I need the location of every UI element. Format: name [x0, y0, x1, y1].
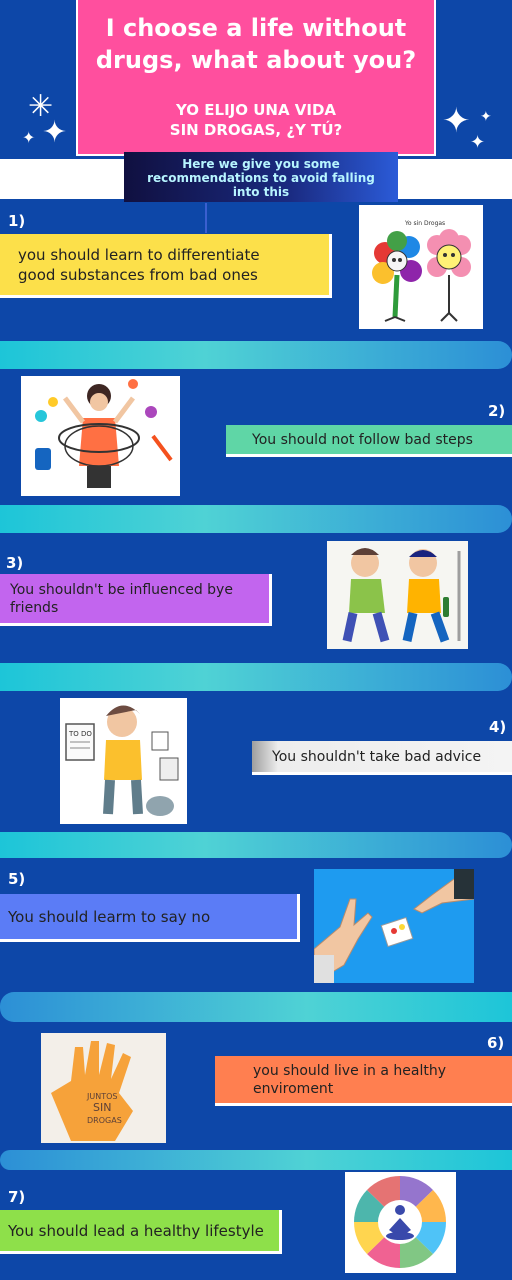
tip-4-line-1: You shouldn't take bad advice: [272, 748, 482, 765]
tip-number-7: 7): [8, 1188, 26, 1206]
tip-card-1: you should learn to differentiate good s…: [0, 234, 332, 298]
intro-banner: Here we give you some recommendations to…: [124, 152, 398, 202]
page-subtitle: YO ELIJO UNA VIDA SIN DROGAS, ¿Y TÚ?: [78, 100, 434, 140]
tip-2-line-1: You should not follow bad steps: [252, 431, 473, 448]
tip-card-2: You should not follow bad steps: [226, 425, 512, 457]
tip-7-line-1: You should lead a healthy lifestyle: [8, 1221, 264, 1240]
tip-number-2: 2): [488, 402, 506, 420]
tip-number-3: 3): [6, 554, 24, 572]
tip-card-4: You shouldn't take bad advice: [252, 741, 512, 775]
todo-label: TO DO: [68, 730, 92, 738]
tip-card-3: You shouldn't be influenced bye friends: [0, 574, 272, 626]
tip-card-5: You should learm to say no: [0, 894, 300, 942]
tip-number-5: 5): [8, 870, 26, 888]
hand-sign-illustration: JUNTOS SIN DROGAS: [41, 1033, 166, 1143]
tip-card-6: you should live in a healthy enviroment: [215, 1056, 512, 1106]
sparkle-icon: ✦: [470, 132, 486, 153]
tip-3-line-1: You shouldn't be influenced bye: [10, 581, 233, 598]
tip-6-line-2: enviroment: [253, 1080, 334, 1097]
tip-number-1: 1): [8, 212, 26, 230]
sparkle-icon: ✦: [42, 115, 68, 150]
tip-number-6: 6): [487, 1034, 505, 1052]
sparkle-icon: ✦: [22, 128, 36, 147]
sparkle-icon: ✦: [480, 109, 492, 125]
sparkle-icon: ✦: [442, 101, 471, 141]
tip-1-line-1: you should learn to differentiate: [18, 245, 260, 264]
hand-label-2: SIN: [93, 1101, 111, 1114]
flowers-illustration: Yo sin Drogas: [359, 205, 483, 329]
page-title: I choose a life without drugs, what abou…: [95, 14, 417, 74]
title-box: I choose a life without drugs, what abou…: [76, 0, 436, 156]
hand-label-1: JUNTOS: [86, 1092, 117, 1101]
infographic-page: I choose a life without drugs, what abou…: [0, 0, 512, 1280]
stressed-woman-illustration: [21, 376, 180, 496]
intro-line-2: recommendations to avoid falling: [147, 171, 375, 185]
section-divider: [0, 832, 512, 858]
tip-number-4: 4): [489, 718, 507, 736]
section-divider: [0, 992, 512, 1022]
healthy-lifestyle-illustration: [345, 1172, 456, 1273]
section-divider: [0, 505, 512, 533]
tip-1-line-2: good substances from bad ones: [18, 265, 258, 284]
tip-3-line-2: friends: [10, 599, 59, 616]
tired-student-illustration: TO DO: [60, 698, 187, 824]
subtitle-line-2: SIN DROGAS, ¿Y TÚ?: [169, 121, 343, 139]
subtitle-line-1: YO ELIJO UNA VIDA: [175, 101, 337, 119]
connector-line: [205, 203, 207, 233]
section-divider: [0, 341, 512, 369]
intro-line-3: into this: [232, 185, 290, 199]
section-divider: [0, 1150, 512, 1170]
intro-line-1: Here we give you some: [182, 157, 340, 171]
flowers-label: Yo sin Drogas: [404, 220, 445, 227]
tip-card-7: You should lead a healthy lifestyle: [0, 1210, 282, 1254]
tip-6-line-1: you should live in a healthy: [253, 1062, 446, 1079]
friends-illustration: [327, 541, 468, 649]
refuse-drugs-illustration: [314, 869, 474, 983]
tip-5-line-1: You should learm to say no: [8, 907, 211, 926]
section-divider: [0, 663, 512, 691]
hand-label-3: DROGAS: [87, 1116, 122, 1125]
